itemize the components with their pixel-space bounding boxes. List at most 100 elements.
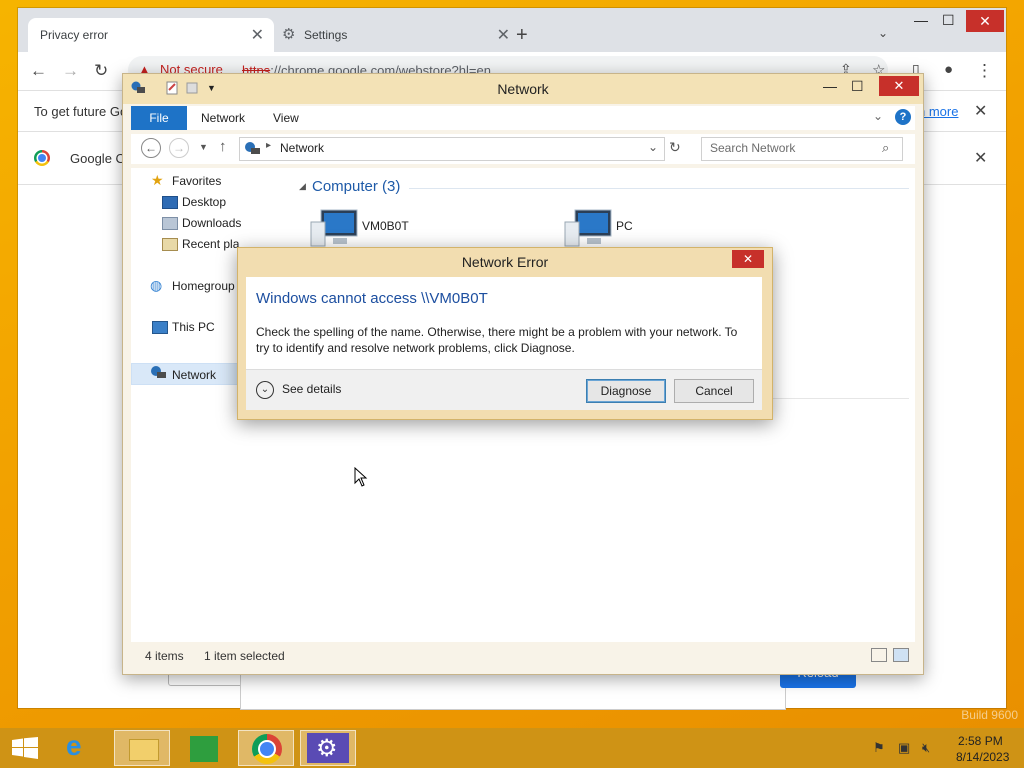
clock-time[interactable]: 2:58 PM: [958, 734, 1003, 748]
close-icon[interactable]: ✕: [251, 25, 264, 45]
details-view-icon[interactable]: [871, 648, 887, 662]
up-icon[interactable]: ↑: [219, 138, 227, 155]
windows-start-icon[interactable]: [12, 737, 38, 759]
chevron-down-icon[interactable]: ⌄: [873, 109, 883, 123]
close-icon[interactable]: ✕: [974, 148, 987, 168]
taskbar-store[interactable]: [176, 730, 232, 766]
window-title: Network: [497, 81, 549, 97]
computer-icon: [564, 209, 612, 247]
status-item-count: 4 items: [145, 649, 184, 663]
dialog-main-instruction: Windows cannot access \\VM0B0T: [256, 290, 488, 307]
maximize-icon[interactable]: ☐: [942, 12, 955, 29]
tab-settings[interactable]: ⚙ Settings ✕: [274, 18, 520, 52]
search-icon[interactable]: ⌕: [882, 140, 889, 156]
taskbar-chrome[interactable]: [238, 730, 294, 766]
help-icon[interactable]: ?: [895, 109, 911, 125]
close-window-button[interactable]: ✕: [966, 10, 1004, 32]
status-selection: 1 item selected: [204, 649, 285, 663]
computer-icon: [310, 209, 358, 247]
tab-view[interactable]: View: [273, 111, 299, 125]
dialog-footer: ⌄ See details Diagnose Cancel: [246, 369, 762, 410]
nav-item-downloads[interactable]: Downloads: [182, 216, 241, 230]
taskbar-settings[interactable]: ⚙: [300, 730, 356, 766]
close-icon[interactable]: ✕: [974, 101, 987, 121]
desktop-watermark: Build 9600: [961, 708, 1018, 722]
collapse-group-icon[interactable]: ◢: [299, 181, 306, 192]
close-icon[interactable]: ✕: [497, 25, 510, 45]
forward-icon[interactable]: →: [169, 138, 189, 158]
profile-icon[interactable]: ●: [944, 61, 953, 78]
breadcrumb[interactable]: Network: [280, 141, 324, 155]
navigation-bar: ← → ▼ ↑ ▸ Network ⌄ ↻ Search Network ⌕: [131, 134, 915, 164]
recent-locations-icon[interactable]: ▼: [199, 142, 208, 152]
new-tab-icon[interactable]: +: [516, 24, 528, 47]
folder-icon: [129, 739, 159, 761]
diagnose-button[interactable]: Diagnose: [586, 379, 666, 403]
refresh-icon[interactable]: ↻: [669, 139, 681, 156]
dialog-body: Windows cannot access \\VM0B0T Check the…: [246, 277, 762, 369]
close-dialog-button[interactable]: ✕: [732, 250, 764, 268]
network-error-dialog: Network Error ✕ Windows cannot access \\…: [237, 247, 773, 420]
tab-file[interactable]: File: [131, 106, 187, 130]
forward-icon[interactable]: →: [62, 61, 79, 81]
explorer-titlebar: ▼ Network — ☐ ✕: [123, 74, 923, 104]
this-pc-icon: [152, 321, 168, 334]
internet-explorer-icon: e: [66, 730, 82, 761]
volume-muted-icon[interactable]: 🔇︎: [922, 740, 930, 756]
computer-name-vm0b0t[interactable]: VM0B0T: [362, 219, 409, 233]
network-tray-icon[interactable]: ▣: [898, 740, 910, 756]
group-header[interactable]: Computer (3): [312, 178, 400, 195]
see-details-link[interactable]: See details: [282, 382, 341, 396]
clock-date[interactable]: 8/14/2023: [956, 750, 1009, 764]
chrome-icon-center: [260, 742, 274, 756]
gear-icon: ⚙: [282, 26, 296, 43]
tab-network[interactable]: Network: [201, 111, 245, 125]
chevron-down-icon[interactable]: ⌄: [878, 26, 888, 40]
page-panel: [240, 672, 786, 710]
taskbar-internet-explorer[interactable]: e: [54, 730, 110, 766]
computer-name-pc[interactable]: PC: [616, 219, 633, 233]
chevron-down-icon[interactable]: ⌄: [648, 140, 658, 154]
search-placeholder: Search Network: [710, 141, 796, 155]
minimize-icon[interactable]: —: [914, 12, 928, 28]
divider: [755, 398, 909, 399]
minimize-icon[interactable]: —: [823, 78, 837, 94]
address-box[interactable]: ▸ Network ⌄: [239, 137, 665, 161]
action-center-flag-icon[interactable]: ⚑: [873, 740, 885, 756]
maximize-icon[interactable]: ☐: [851, 78, 864, 95]
nav-item-recent-places[interactable]: Recent pla: [182, 237, 239, 251]
nav-item-this-pc[interactable]: This PC: [172, 320, 215, 334]
chrome-logo-icon: [34, 150, 50, 166]
large-icons-view-icon[interactable]: [893, 648, 909, 662]
tab-privacy-error[interactable]: Privacy error ✕: [28, 18, 274, 52]
infobar-text: To get future Go: [34, 104, 128, 119]
tab-label: Privacy error: [40, 28, 109, 42]
back-icon[interactable]: ←: [141, 138, 161, 158]
dialog-message: Check the spelling of the name. Otherwis…: [256, 325, 738, 355]
gear-icon: ⚙: [316, 735, 338, 762]
downloads-icon: [162, 217, 178, 230]
search-input[interactable]: Search Network ⌕: [701, 137, 903, 161]
nav-item-desktop[interactable]: Desktop: [182, 195, 226, 209]
close-window-button[interactable]: ✕: [879, 76, 919, 96]
nav-item-homegroup[interactable]: Homegroup: [172, 279, 235, 293]
learn-more-link[interactable]: n more: [918, 104, 958, 119]
cancel-button[interactable]: Cancel: [674, 379, 754, 403]
nav-item-network[interactable]: Network: [172, 368, 216, 382]
menu-icon[interactable]: ⋮: [976, 61, 993, 81]
network-icon: [245, 142, 260, 154]
expand-details-icon[interactable]: ⌄: [256, 381, 274, 399]
taskbar-file-explorer[interactable]: [114, 730, 170, 766]
nav-item-favorites[interactable]: Favorites: [172, 174, 221, 188]
network-icon: [151, 366, 166, 378]
reload-icon[interactable]: ↻: [94, 61, 108, 81]
mouse-cursor-icon: [354, 467, 368, 487]
homegroup-icon: ◍: [150, 277, 163, 293]
ribbon: File Network View ⌄ ?: [131, 106, 915, 130]
taskbar: e ⚙ ⚑ ▣ 🔇︎ 2:58 PM 8/14/2023: [0, 728, 1024, 768]
group-divider: [409, 188, 909, 189]
breadcrumb-chevron-icon[interactable]: ▸: [266, 140, 271, 151]
back-icon[interactable]: ←: [30, 61, 47, 81]
bookmark-label[interactable]: Google C: [70, 151, 125, 166]
status-bar: 4 items 1 item selected: [131, 644, 915, 668]
